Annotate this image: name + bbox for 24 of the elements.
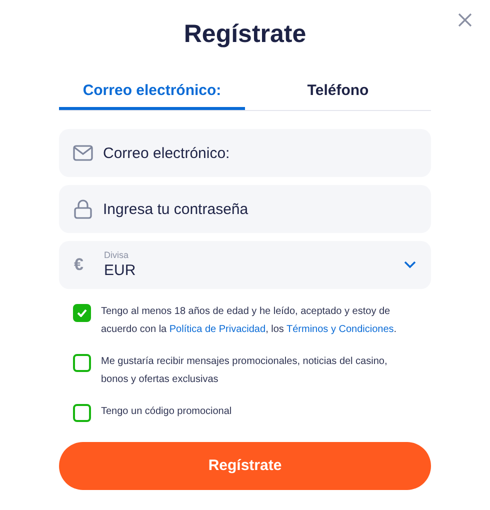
- currency-select[interactable]: € Divisa EUR: [59, 241, 431, 289]
- envelope-icon: [73, 145, 93, 161]
- euro-symbol: €: [74, 254, 84, 276]
- checkbox[interactable]: [73, 404, 91, 422]
- register-button[interactable]: Regístrate: [59, 442, 431, 490]
- chevron-down-icon: [404, 261, 416, 269]
- dialog-title: Regístrate: [182, 19, 308, 50]
- email-field[interactable]: Correo electrónico:: [59, 129, 431, 177]
- select-value: EUR: [104, 261, 137, 281]
- tab[interactable]: Teléfono: [245, 80, 431, 110]
- checkbox[interactable]: [73, 304, 91, 322]
- lock-icon: [74, 199, 92, 219]
- terms-link[interactable]: Términos y Condiciones: [286, 324, 394, 335]
- terms-link[interactable]: Política de Privacidad: [169, 324, 266, 335]
- checkbox-label: Tengo al menos 18 años de edad y he leído, aceptado y estoy de acuerdo con la Política de Privacidad, los Términos y Condiciones.: [101, 305, 398, 337]
- checkbox-label: Me gustaría recibir mensajes promocionales, noticias del casino, bonos y ofertas exclusivas: [101, 355, 388, 387]
- checkbox[interactable]: [73, 354, 91, 372]
- tab[interactable]: Correo electrónico:: [59, 80, 245, 110]
- checkbox-label: Tengo un código promocional: [101, 405, 232, 419]
- password-field[interactable]: Ingresa tu contraseña: [59, 185, 431, 233]
- close-icon: [458, 13, 472, 27]
- close-button[interactable]: [458, 12, 474, 28]
- select-label: Divisa: [104, 249, 130, 261]
- checkmark-icon: [77, 309, 87, 317]
